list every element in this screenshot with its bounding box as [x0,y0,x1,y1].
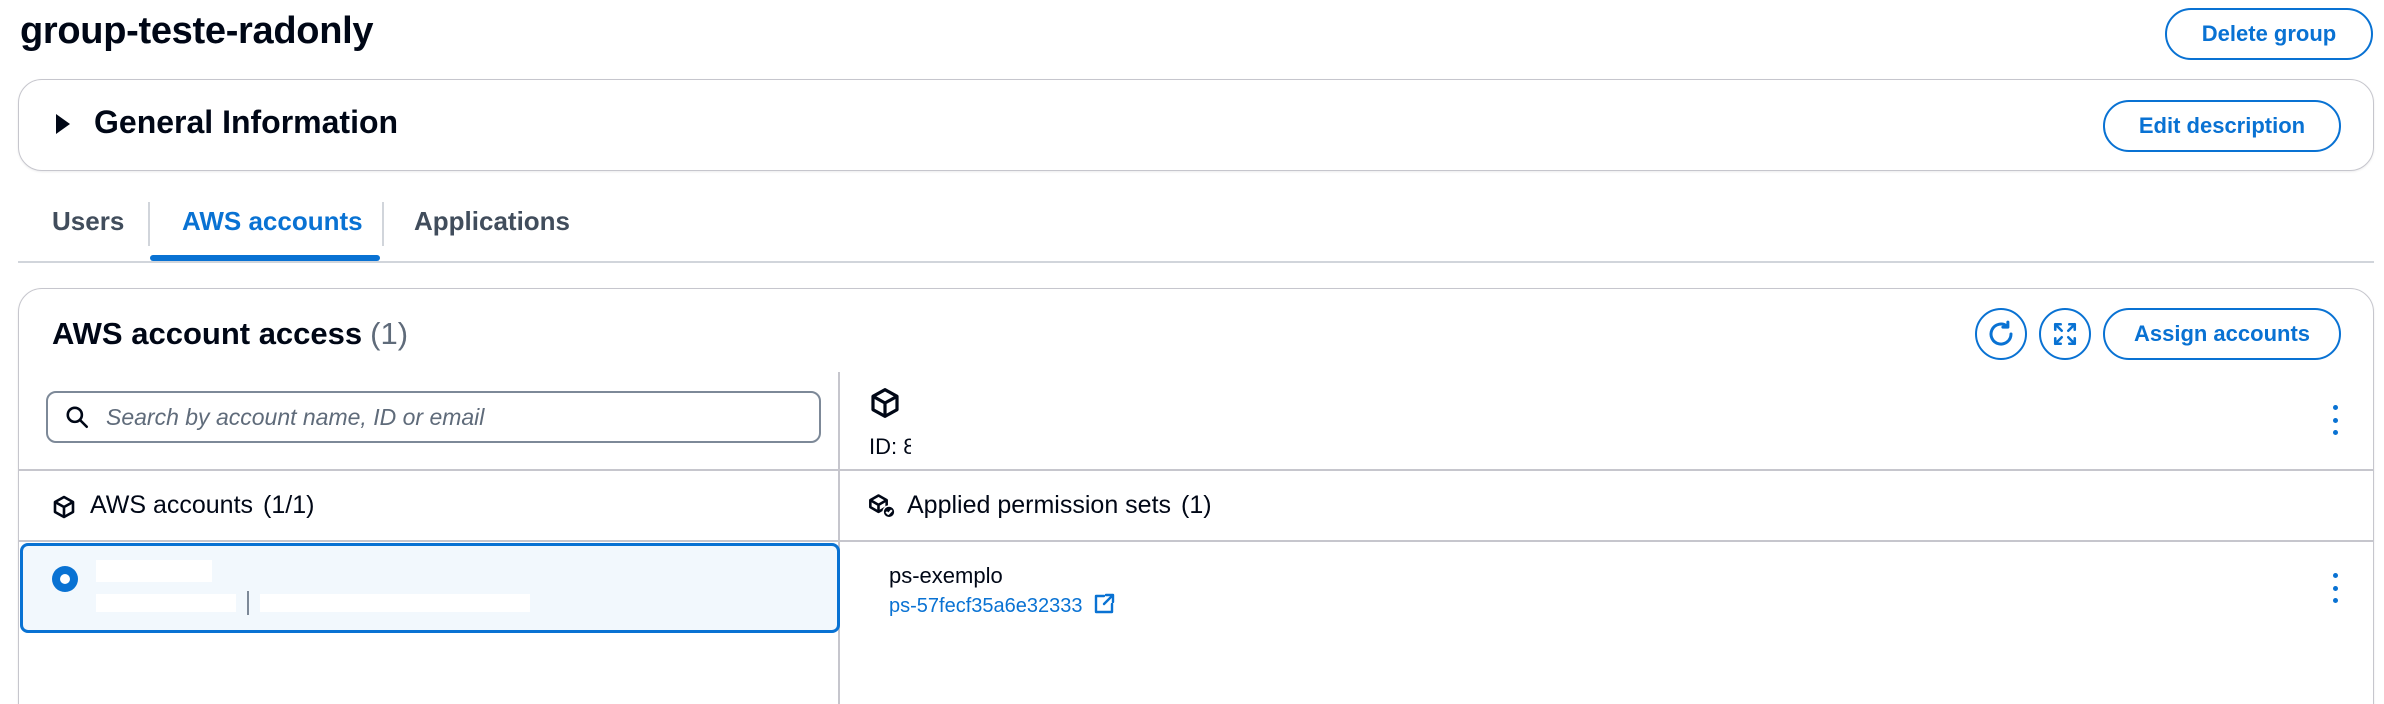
redacted-account-email [260,594,530,612]
permission-sets-title: Applied permission sets [907,491,1172,519]
external-link-icon [1094,593,1115,614]
search-icon [64,404,90,430]
permission-sets-header: Applied permission sets (1) [907,491,1212,520]
refresh-icon [1989,320,2013,346]
permission-sets-count: (1) [1181,491,1212,519]
edit-description-button[interactable]: Edit description [2103,100,2341,152]
divider [19,469,2373,471]
page-title: group-teste-radonly [20,10,374,52]
tabs-divider [18,261,2374,263]
account-search-input[interactable]: Search by account name, ID or email [46,391,821,443]
account-id-label: ID: 8 [869,434,911,459]
aws-accounts-list-header: AWS accounts (1/1) [90,491,314,520]
divider [19,540,2373,542]
redacted-account-name [96,560,212,582]
expand-caret-icon[interactable] [56,114,70,134]
list-header-title: AWS accounts [90,491,254,519]
section-count: (1) [370,316,409,351]
tab-separator [382,202,384,246]
list-header-count: (1/1) [263,491,315,519]
permission-set-actions-menu-icon[interactable] [2323,573,2347,603]
permission-set-name: ps-exemplo [889,563,1003,588]
tab-applications[interactable]: Applications [414,206,570,237]
account-radio-selected[interactable] [52,566,78,592]
redacted-account-id [96,594,236,612]
permission-set-icon [868,492,896,520]
tab-aws-accounts[interactable]: AWS accounts [182,206,363,237]
account-cube-icon [869,386,901,420]
active-tab-indicator [150,255,380,261]
section-title-text: AWS account access [52,316,363,351]
fullscreen-button[interactable] [2039,308,2091,360]
tab-separator [148,202,150,246]
assign-accounts-button[interactable]: Assign accounts [2103,308,2341,360]
account-actions-menu-icon[interactable] [2323,405,2347,435]
permission-set-id[interactable]: ps-57fecf35a6e32333 [889,595,1083,617]
permission-set-link[interactable]: ps-57fecf35a6e32333 [889,592,1116,618]
delete-group-button[interactable]: Delete group [2165,8,2373,60]
refresh-button[interactable] [1975,308,2027,360]
aws-account-access-title: AWS account access (1) [52,316,408,352]
account-list-item[interactable] [20,543,840,633]
tab-users[interactable]: Users [52,206,124,237]
aws-accounts-cube-icon [52,494,76,520]
general-information-title[interactable]: General Information [94,104,398,141]
panel-vertical-divider [838,372,840,704]
account-meta-separator [247,591,249,615]
fullscreen-icon [2053,322,2077,346]
